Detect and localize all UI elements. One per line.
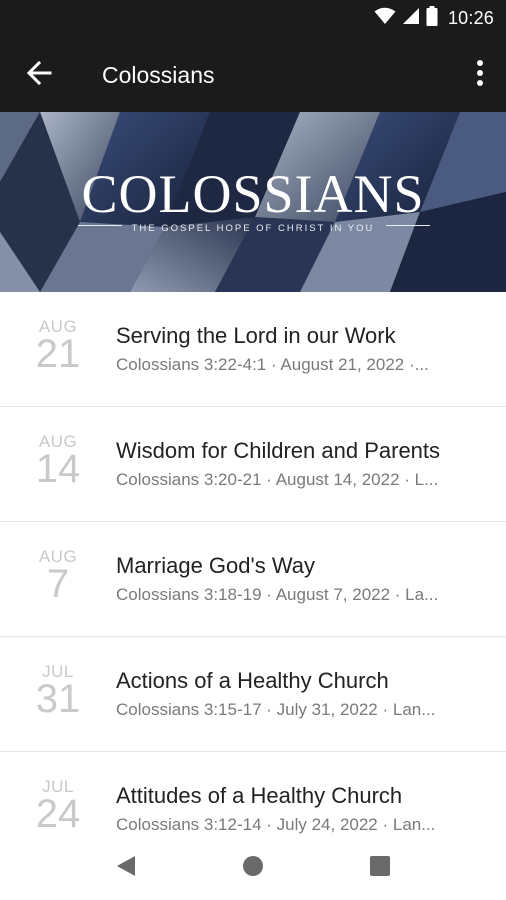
date-day: 31 bbox=[35, 677, 81, 721]
sermon-date: JUL 31 bbox=[22, 663, 94, 721]
status-time: 10:26 bbox=[447, 7, 494, 28]
battery-icon bbox=[426, 5, 438, 31]
sermon-item[interactable]: JUL 31 Actions of a Healthy Church Colos… bbox=[0, 637, 506, 752]
nav-recents-button[interactable] bbox=[362, 850, 398, 886]
back-button[interactable] bbox=[22, 58, 56, 92]
date-day: 24 bbox=[35, 792, 81, 836]
nav-home-button[interactable] bbox=[235, 850, 271, 886]
sermon-meta: Colossians 3:22-4:1 · August 21, 2022 ·.… bbox=[116, 355, 429, 374]
sermon-meta: Colossians 3:12-14 · July 24, 2022 · Lan… bbox=[116, 815, 436, 834]
more-vertical-icon bbox=[476, 59, 484, 91]
sermon-title: Actions of a Healthy Church bbox=[116, 668, 389, 693]
sermon-item[interactable]: AUG 7 Marriage God's Way Colossians 3:18… bbox=[0, 522, 506, 637]
sermon-date: AUG 14 bbox=[22, 433, 94, 491]
sermon-meta: Colossians 3:18-19 · August 7, 2022 · La… bbox=[116, 585, 439, 604]
nav-back-button[interactable] bbox=[108, 850, 144, 886]
sermon-item[interactable]: AUG 14 Wisdom for Children and Parents C… bbox=[0, 407, 506, 522]
sermon-title: Wisdom for Children and Parents bbox=[116, 438, 441, 463]
home-circle-icon bbox=[242, 855, 264, 882]
recents-square-icon bbox=[370, 855, 390, 881]
sermon-meta: Colossians 3:15-17 · July 31, 2022 · Lan… bbox=[116, 700, 436, 719]
sermon-list: AUG 21 Serving the Lord in our Work Colo… bbox=[0, 292, 506, 867]
sermon-title: Attitudes of a Healthy Church bbox=[116, 783, 403, 808]
sermon-date: JUL 24 bbox=[22, 778, 94, 836]
sermon-meta: Colossians 3:20-21 · August 14, 2022 · L… bbox=[116, 470, 439, 489]
arrow-left-icon bbox=[26, 60, 52, 91]
sermon-title: Serving the Lord in our Work bbox=[116, 323, 396, 348]
wifi-icon bbox=[374, 7, 396, 30]
banner-subtitle: THE GOSPEL HOPE OF CHRIST IN YOU bbox=[131, 223, 375, 234]
date-day: 14 bbox=[35, 447, 81, 491]
date-day: 21 bbox=[35, 332, 81, 376]
sermon-item[interactable]: AUG 21 Serving the Lord in our Work Colo… bbox=[0, 292, 506, 407]
status-bar: 10:26 bbox=[0, 0, 506, 36]
date-day: 7 bbox=[46, 562, 70, 606]
banner-subtitle-wrap: THE GOSPEL HOPE OF CHRIST IN YOU bbox=[0, 218, 506, 236]
sermon-title: Marriage God's Way bbox=[116, 553, 315, 578]
sermon-date: AUG 21 bbox=[22, 318, 94, 376]
back-triangle-icon bbox=[115, 854, 137, 883]
status-icons: 10:26 bbox=[374, 5, 494, 31]
page-title: Colossians bbox=[102, 62, 215, 88]
banner-title: COLOSSIANS bbox=[81, 164, 425, 224]
cell-signal-icon bbox=[402, 7, 420, 30]
system-nav-bar bbox=[0, 836, 506, 900]
app-bar: Colossians bbox=[0, 36, 506, 112]
series-banner: COLOSSIANS THE GOSPEL HOPE OF CHRIST IN … bbox=[0, 112, 506, 292]
sermon-date: AUG 7 bbox=[22, 548, 94, 606]
more-options-button[interactable] bbox=[468, 56, 492, 94]
